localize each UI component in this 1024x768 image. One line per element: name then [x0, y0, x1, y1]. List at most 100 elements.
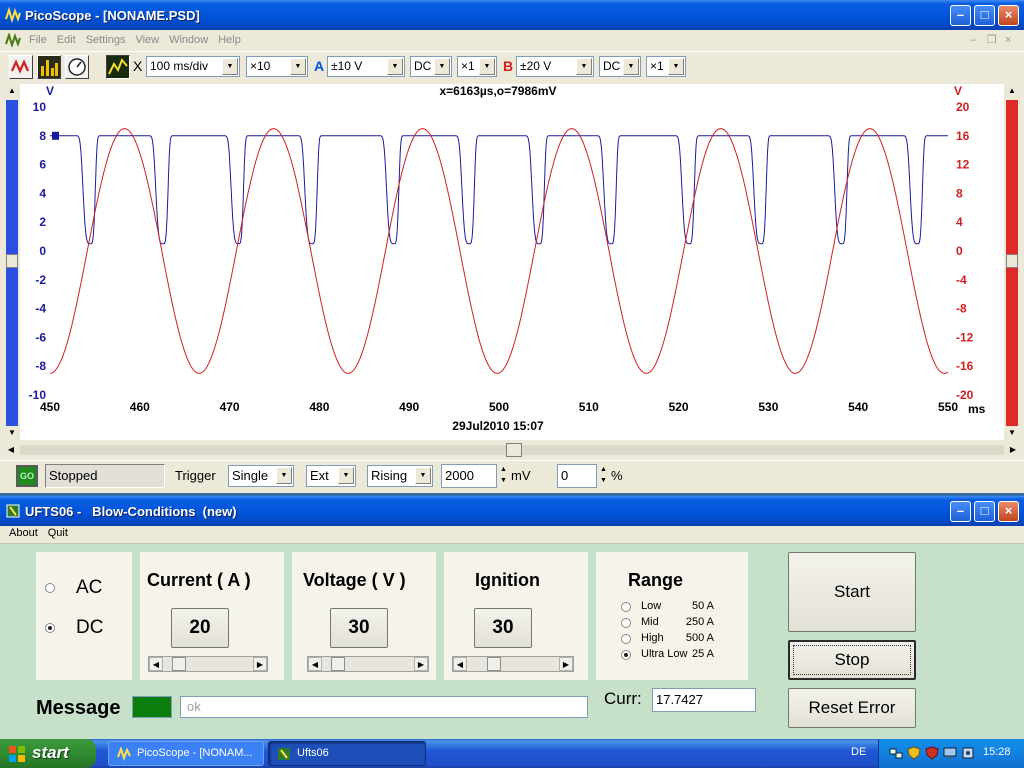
taskbar-item-picoscope[interactable]: PicoScope - [NONAM...: [108, 741, 264, 766]
mdi-close-icon[interactable]: ×: [1005, 30, 1011, 50]
pico-menu-settings[interactable]: Settings: [81, 30, 131, 50]
pico-menu-edit[interactable]: Edit: [52, 30, 81, 50]
ignition-slider-thumb[interactable]: [487, 657, 501, 671]
range-option-name: Mid: [641, 616, 659, 628]
picoscope-minimize-button[interactable]: –: [950, 5, 971, 26]
ignition-value-button[interactable]: 30: [474, 608, 532, 648]
channel-b-probe-select[interactable]: ×1 ▼: [646, 56, 686, 77]
range-radio-high[interactable]: [621, 634, 631, 644]
spectrum-bars-icon: [38, 56, 60, 78]
trigger-level-spinner[interactable]: ▲ ▼: [498, 464, 509, 488]
device-icon[interactable]: [961, 746, 975, 760]
ufts-maximize-button[interactable]: □: [974, 501, 995, 522]
pico-menu-window[interactable]: Window: [164, 30, 213, 50]
voltage-panel: Voltage ( V ) 30 ◀ ▶: [292, 552, 436, 680]
taskbar-item-ufts06[interactable]: Ufts06: [268, 741, 426, 766]
ufts-minimize-button[interactable]: –: [950, 501, 971, 522]
picoscope-maximize-button[interactable]: □: [974, 5, 995, 26]
mdi-minimize-icon[interactable]: –: [970, 30, 976, 50]
picoscope-titlebar[interactable]: PicoScope - [NONAME.PSD] – □ ×: [0, 0, 1024, 30]
zoom-select[interactable]: ×10 ▼: [246, 56, 308, 77]
slider-right-arrow-icon[interactable]: ▶: [414, 657, 428, 671]
right-axis-tick-label: 0: [956, 244, 963, 258]
picoscope-close-button[interactable]: ×: [998, 5, 1019, 26]
pico-menu-view[interactable]: View: [130, 30, 164, 50]
stop-button[interactable]: Stop: [788, 640, 916, 680]
pretrigger-input[interactable]: 0: [557, 464, 597, 488]
start-button-taskbar[interactable]: start: [0, 739, 96, 768]
pico-menu-help[interactable]: Help: [213, 30, 246, 50]
right-scroll-thumb[interactable]: [1006, 254, 1018, 268]
channel-a-coupling-select[interactable]: DC ▼: [410, 56, 452, 77]
ignition-slider[interactable]: ◀ ▶: [452, 656, 574, 672]
language-indicator[interactable]: DE: [851, 746, 866, 758]
network-icon[interactable]: [889, 746, 903, 760]
pico-menu-file[interactable]: File: [24, 30, 52, 50]
go-button[interactable]: GO: [16, 465, 38, 487]
voltage-slider[interactable]: ◀ ▶: [307, 656, 429, 672]
right-axis-tick-label: 16: [956, 129, 970, 143]
voltage-slider-thumb[interactable]: [331, 657, 346, 671]
current-value-button[interactable]: 20: [171, 608, 229, 648]
picoscope-app-icon: [5, 7, 21, 23]
horizontal-scroll-thumb[interactable]: [506, 443, 522, 457]
trigger-mode-select[interactable]: Single ▼: [228, 465, 294, 487]
range-radio-low[interactable]: [621, 602, 631, 612]
mode-panel: AC DC: [36, 552, 132, 680]
right-axis-tick-label: -8: [956, 302, 967, 316]
ufts-menu-about[interactable]: About: [4, 526, 43, 540]
oscilloscope-plot[interactable]: x=6163µs,o=7986mVV V1086420-2-4-6-8-10201…: [20, 84, 1004, 440]
ufts-titlebar[interactable]: UFTS06 - Blow-Conditions (new) – □ ×: [0, 496, 1024, 526]
trigger-source-select[interactable]: Ext ▼: [306, 465, 356, 487]
slider-left-arrow-icon[interactable]: ◀: [453, 657, 467, 671]
scope-mode-button[interactable]: [9, 55, 33, 79]
channel-b-coupling-select[interactable]: DC ▼: [599, 56, 641, 77]
start-button[interactable]: Start: [788, 552, 916, 632]
current-slider-thumb[interactable]: [172, 657, 186, 671]
ufts-close-button[interactable]: ×: [998, 501, 1019, 522]
mdi-restore-icon[interactable]: ❐: [987, 30, 997, 50]
slider-left-arrow-icon[interactable]: ◀: [149, 657, 163, 671]
meter-mode-button[interactable]: [65, 55, 89, 79]
ac-radio[interactable]: [45, 583, 55, 593]
left-vertical-scrollbar[interactable]: ▲ ▼: [4, 84, 20, 440]
trace-toggle-button[interactable]: [106, 55, 130, 79]
slider-left-arrow-icon[interactable]: ◀: [308, 657, 322, 671]
spectrum-mode-button[interactable]: [37, 55, 61, 79]
current-slider[interactable]: ◀ ▶: [148, 656, 268, 672]
trigger-edge-select[interactable]: Rising ▼: [367, 465, 433, 487]
left-scroll-thumb[interactable]: [6, 254, 18, 268]
right-vertical-scrollbar[interactable]: ▲ ▼: [1004, 84, 1020, 440]
timebase-select[interactable]: 100 ms/div ▼: [146, 56, 240, 77]
scroll-down-arrow-icon[interactable]: ▼: [4, 426, 20, 440]
scroll-right-arrow-icon[interactable]: ▶: [1006, 443, 1020, 457]
security-shield-icon[interactable]: [907, 746, 921, 760]
warning-shield-icon[interactable]: [925, 746, 939, 760]
voltage-value-button[interactable]: 30: [330, 608, 388, 648]
channel-a-range-select[interactable]: ±10 V ▼: [327, 56, 405, 77]
reset-error-button[interactable]: Reset Error: [788, 688, 916, 728]
pretrigger-spinner[interactable]: ▲ ▼: [598, 464, 609, 488]
horizontal-scrollbar[interactable]: ◀ ▶: [4, 442, 1020, 458]
range-radio-mid[interactable]: [621, 618, 631, 628]
left-axis-tick-label: 4: [39, 186, 46, 200]
right-axis-tick-label: -12: [956, 330, 974, 344]
channel-a-probe-select[interactable]: ×1 ▼: [457, 56, 497, 77]
scroll-up-arrow-icon[interactable]: ▲: [4, 84, 20, 98]
right-axis-tick-label: -16: [956, 359, 974, 373]
taskbar-item-label: Ufts06: [297, 747, 329, 759]
run-status-field: Stopped: [45, 464, 165, 488]
scroll-down-arrow-icon[interactable]: ▼: [1004, 426, 1020, 440]
channel-b-range-select[interactable]: ±20 V ▼: [516, 56, 594, 77]
range-panel: Range Low 50 A Mid 250 A High 500 A Ultra Low 2…: [596, 552, 748, 680]
monitor-icon[interactable]: [943, 746, 957, 760]
trigger-level-input[interactable]: 2000: [441, 464, 497, 488]
ufts-menu-quit[interactable]: Quit: [43, 526, 73, 540]
slider-right-arrow-icon[interactable]: ▶: [253, 657, 267, 671]
chevron-down-icon: ▼: [576, 58, 592, 75]
scroll-up-arrow-icon[interactable]: ▲: [1004, 84, 1020, 98]
slider-right-arrow-icon[interactable]: ▶: [559, 657, 573, 671]
range-radio-ultra-low[interactable]: [621, 650, 631, 660]
dc-radio[interactable]: [45, 623, 55, 633]
scroll-left-arrow-icon[interactable]: ◀: [4, 443, 18, 457]
